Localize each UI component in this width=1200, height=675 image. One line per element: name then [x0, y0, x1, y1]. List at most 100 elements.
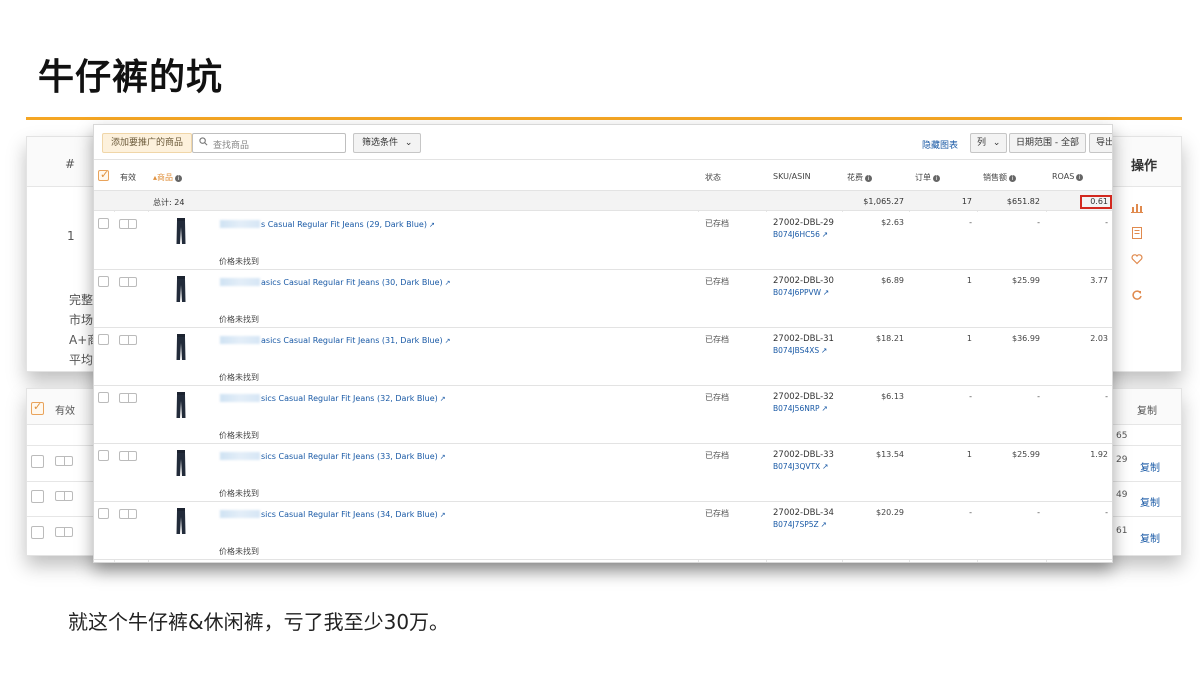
roas-header-label: ROAS: [1052, 172, 1075, 181]
campaign-products-table-screenshot: 添加要推广的商品 查找商品 筛选条件 ⌄ 隐藏图表 列 ⌄ 日期范围 - 全部 …: [93, 124, 1113, 563]
add-products-button[interactable]: 添加要推广的商品: [102, 133, 193, 153]
chart-icon[interactable]: [1130, 201, 1144, 215]
external-link-icon: ↗: [439, 395, 446, 403]
roas-cell: -: [1105, 218, 1108, 227]
copy-link[interactable]: 复制: [1140, 459, 1160, 474]
row-checkbox[interactable]: [31, 490, 44, 503]
export-button[interactable]: 导出: [1089, 133, 1112, 153]
table-row: sics Casual Regular Fit Jeans (32, Dark …: [94, 386, 1112, 444]
jeans-icon: [176, 276, 186, 302]
select-all-checkbox[interactable]: [98, 168, 109, 181]
sales-cell: -: [1037, 218, 1040, 227]
spend-header-label: 花费: [847, 173, 863, 182]
copy-link[interactable]: 复制: [1140, 494, 1160, 509]
price-not-found: 价格未找到: [219, 547, 259, 556]
sku: 27002-DBL-29: [773, 218, 834, 228]
orders-header-label: 订单: [915, 173, 931, 182]
asin-link[interactable]: B074JBS4XS ↗: [773, 346, 827, 355]
document-icon[interactable]: [1130, 227, 1144, 241]
roas-cell: -: [1105, 508, 1108, 517]
columns-dropdown[interactable]: 列 ⌄: [970, 133, 1008, 153]
totals-spend: $1,065.27: [863, 197, 904, 206]
status-label: 已存档: [705, 335, 729, 344]
sales-cell: $25.99: [1012, 276, 1040, 285]
column-header-spend[interactable]: 花费 i: [847, 172, 872, 183]
external-link-icon: ↗: [820, 520, 827, 529]
background-copy-header: 复制: [1137, 406, 1157, 417]
product-name-link[interactable]: s Casual Regular Fit Jeans (29, Dark Blu…: [261, 220, 435, 229]
refresh-icon[interactable]: [1130, 289, 1144, 303]
jeans-icon: [176, 450, 186, 476]
row-checkbox[interactable]: [31, 526, 44, 539]
asin-link[interactable]: B074J56NRP ↗: [773, 404, 828, 413]
copy-link[interactable]: 复制: [1140, 530, 1160, 545]
select-all-checkbox[interactable]: [31, 400, 44, 415]
asin-link[interactable]: B074J6HC56 ↗: [773, 230, 828, 239]
enable-toggle[interactable]: [55, 527, 73, 537]
row-checkbox[interactable]: [98, 276, 109, 287]
totals-orders: 17: [961, 197, 972, 206]
filter-dropdown[interactable]: 筛选条件 ⌄: [353, 133, 422, 153]
status-label: 已存档: [705, 277, 729, 286]
spend-cell: $18.21: [876, 334, 904, 343]
price-not-found: 价格未找到: [219, 257, 259, 266]
asin: B074J6HC56: [773, 230, 820, 239]
search-input[interactable]: 查找商品: [192, 133, 346, 153]
column-header-roas[interactable]: ROAS i: [1052, 172, 1084, 181]
enable-toggle[interactable]: [55, 491, 73, 501]
sku: 27002-DBL-32: [773, 392, 834, 402]
asin-link[interactable]: B074J3QVTX ↗: [773, 462, 829, 471]
product-name-link[interactable]: asics Casual Regular Fit Jeans (30, Dark…: [261, 278, 451, 287]
redacted-brand: [220, 278, 260, 286]
hide-chart-link[interactable]: 隐藏图表: [922, 138, 958, 151]
row-checkbox[interactable]: [98, 218, 109, 229]
slide-title: 牛仔裤的坑: [38, 57, 224, 98]
redacted-brand: [220, 336, 260, 344]
background-right-value: 49: [1116, 490, 1128, 500]
slide-caption: 就这个牛仔裤&休闲裤，亏了我至少30万。: [68, 610, 450, 634]
heart-icon[interactable]: [1130, 253, 1144, 267]
info-icon: i: [175, 175, 183, 182]
enable-toggle[interactable]: [119, 335, 137, 345]
asin: B074J7SP5Z: [773, 520, 819, 529]
table-row: sics Casual Regular Fit Jeans (34, Dark …: [94, 502, 1112, 560]
product-name-link[interactable]: sics Casual Regular Fit Jeans (33, Dark …: [261, 452, 446, 461]
asin-link[interactable]: B074J6PPVW ↗: [773, 288, 829, 297]
row-checkbox[interactable]: [31, 455, 44, 468]
enable-toggle[interactable]: [119, 277, 137, 287]
enable-toggle[interactable]: [119, 393, 137, 403]
table-row: asics Casual Regular Fit Jeans (30, Dark…: [94, 270, 1112, 328]
background-ops-header: 操作: [1131, 159, 1158, 174]
product-name-link[interactable]: sics Casual Regular Fit Jeans (32, Dark …: [261, 394, 446, 403]
column-header-enabled: 有效: [120, 173, 136, 182]
enable-toggle[interactable]: [55, 456, 73, 466]
asin-link[interactable]: B074J7SP5Z ↗: [773, 520, 827, 529]
external-link-icon: ↗: [821, 346, 828, 355]
row-checkbox[interactable]: [98, 450, 109, 461]
enable-toggle[interactable]: [119, 451, 137, 461]
row-checkbox[interactable]: [98, 392, 109, 403]
column-header-product[interactable]: ▴商品 i: [153, 172, 183, 183]
asin: B074J6PPVW: [773, 288, 822, 297]
asin: B074J3QVTX: [773, 462, 821, 471]
spend-cell: $6.89: [881, 276, 904, 285]
date-range-button[interactable]: 日期范围 - 全部: [1009, 133, 1086, 153]
row-checkbox[interactable]: [98, 508, 109, 519]
enable-toggle[interactable]: [119, 509, 137, 519]
status-label: 已存档: [705, 509, 729, 518]
column-header-orders[interactable]: 订单 i: [915, 172, 940, 183]
sku: 27002-DBL-34: [773, 508, 834, 518]
totals-row: 总计: 24 $1,065.27 17 $651.82 0.61: [94, 191, 1112, 211]
redacted-brand: [220, 394, 260, 402]
table-row: asics Casual Regular Fit Jeans (31, Dark…: [94, 328, 1112, 386]
column-header-sales[interactable]: 销售额 i: [983, 172, 1016, 183]
enable-toggle[interactable]: [119, 219, 137, 229]
chevron-down-icon: ⌄: [404, 138, 413, 148]
sales-header-label: 销售额: [983, 173, 1007, 182]
product-name-link[interactable]: asics Casual Regular Fit Jeans (31, Dark…: [261, 336, 451, 345]
totals-label: 总计: 24: [153, 198, 185, 207]
product-name-link[interactable]: sics Casual Regular Fit Jeans (34, Dark …: [261, 510, 446, 519]
info-icon: i: [865, 175, 872, 182]
row-checkbox[interactable]: [98, 334, 109, 345]
table-toolbar: 添加要推广的商品 查找商品 筛选条件 ⌄ 隐藏图表 列 ⌄ 日期范围 - 全部 …: [94, 125, 1112, 159]
